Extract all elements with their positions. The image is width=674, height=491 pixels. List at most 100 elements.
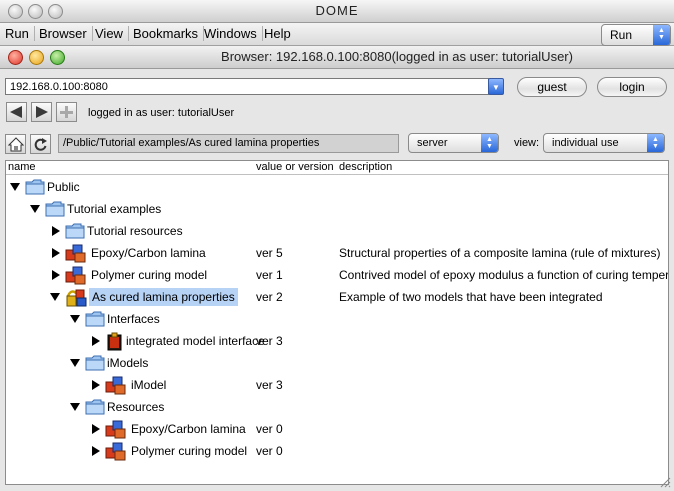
tree-row-label: integrated model interface: [126, 334, 265, 348]
tree-row-version: ver 0: [256, 444, 283, 458]
run-mode-select[interactable]: Run ▲ ▼: [601, 24, 671, 46]
login-status: logged in as user: tutorialUser: [88, 107, 235, 119]
tree-row-label: Resources: [107, 400, 165, 414]
model-icon: [65, 244, 86, 263]
tree-row-tutorial-examples[interactable]: Tutorial examples: [6, 198, 668, 220]
column-header-description[interactable]: description: [339, 161, 392, 173]
disclosure-expanded-icon[interactable]: [70, 315, 80, 323]
menu-view[interactable]: View: [90, 26, 129, 41]
updown-arrows-icon: ▲ ▼: [653, 25, 670, 45]
login-button[interactable]: login: [597, 77, 667, 97]
model-icon: [105, 420, 126, 439]
run-select-value: Run: [610, 28, 633, 42]
disclosure-expanded-icon[interactable]: [70, 403, 80, 411]
path-field: /Public/Tutorial examples/As cured lamin…: [58, 134, 399, 153]
menu-help[interactable]: Help: [259, 26, 296, 41]
tree-row-resources[interactable]: Resources: [6, 396, 668, 418]
refresh-button[interactable]: [30, 134, 51, 154]
tree-row-label: Tutorial examples: [67, 202, 162, 216]
tree-row-epoxy-carbon-lamina[interactable]: Epoxy/Carbon lamina ver 5 Structural pro…: [6, 242, 668, 264]
refresh-icon: [34, 138, 47, 151]
location-select[interactable]: server ▲ ▼: [408, 133, 499, 153]
menubar: Run Browser View Bookmarks Windows Help …: [0, 23, 674, 46]
url-history-dropdown[interactable]: ▼: [488, 78, 504, 95]
home-icon: [8, 137, 24, 152]
guest-button[interactable]: guest: [517, 77, 587, 97]
minimize-icon[interactable]: [29, 50, 44, 65]
tree-row-imodels[interactable]: iModels: [6, 352, 668, 374]
model-tree[interactable]: name value or version description Public…: [5, 160, 669, 485]
interface-icon: [107, 332, 122, 351]
tree-row-label: Public: [47, 180, 80, 194]
tree-row-label: Epoxy/Carbon lamina: [91, 246, 206, 260]
tree-row-label: Polymer curing model: [91, 268, 208, 282]
tree-row-version: ver 1: [256, 268, 283, 282]
add-button[interactable]: [56, 102, 77, 122]
tree-row-interfaces[interactable]: Interfaces: [6, 308, 668, 330]
url-input[interactable]: [5, 78, 489, 95]
tree-row-label: Epoxy/Carbon lamina: [131, 422, 246, 436]
browser-window: Browser: 192.168.0.100:8080(logged in as…: [0, 46, 674, 491]
disclosure-collapsed-icon[interactable]: [52, 270, 60, 280]
app-title: DOME: [315, 3, 359, 18]
disclosure-expanded-icon[interactable]: [10, 183, 20, 191]
disclosure-collapsed-icon[interactable]: [92, 336, 100, 346]
home-button[interactable]: [5, 134, 26, 154]
tree-row-imodel[interactable]: iModel ver 3: [6, 374, 668, 396]
integration-project-icon: [66, 289, 87, 307]
disclosure-collapsed-icon[interactable]: [52, 248, 60, 258]
disclosure-expanded-icon[interactable]: [70, 359, 80, 367]
column-header-version[interactable]: value or version: [256, 161, 334, 173]
column-header-name[interactable]: name: [8, 161, 36, 173]
disclosure-collapsed-icon[interactable]: [92, 424, 100, 434]
browser-title-bar: Browser: 192.168.0.100:8080(logged in as…: [0, 46, 674, 69]
tree-row-integrated-model-interface[interactable]: integrated model interface ver 3: [6, 330, 668, 352]
folder-icon: [25, 179, 45, 195]
tree-row-version: ver 3: [256, 334, 283, 348]
tree-row-public[interactable]: Public: [6, 176, 668, 198]
tree-row-description: Structural properties of a composite lam…: [339, 246, 661, 260]
folder-icon: [85, 355, 105, 371]
close-icon[interactable]: [8, 50, 23, 65]
tree-row-version: ver 5: [256, 246, 283, 260]
resize-grip-icon[interactable]: [659, 476, 671, 488]
tree-row-as-cured-lamina-properties[interactable]: As cured lamina properties ver 2 Example…: [6, 286, 668, 308]
tree-row-label: Tutorial resources: [87, 224, 183, 238]
tree-row-version: ver 0: [256, 422, 283, 436]
tree-row-description: Example of two models that have been int…: [339, 290, 603, 304]
view-select[interactable]: individual use ▲ ▼: [543, 133, 665, 153]
forward-button[interactable]: [31, 102, 52, 122]
model-icon: [105, 442, 126, 461]
tree-row-version: ver 3: [256, 378, 283, 392]
menu-windows[interactable]: Windows: [199, 26, 263, 41]
tree-row-version: ver 2: [256, 290, 283, 304]
back-arrow-icon: [10, 106, 22, 118]
model-icon: [65, 266, 86, 285]
folder-icon: [45, 201, 65, 217]
menu-browser[interactable]: Browser: [34, 26, 93, 41]
view-label: view:: [514, 137, 540, 149]
tree-row-label: Interfaces: [107, 312, 160, 326]
folder-icon: [65, 223, 85, 239]
back-button[interactable]: [6, 102, 27, 122]
tree-row-resource-polymer-curing-model[interactable]: Polymer curing model ver 0: [6, 440, 668, 462]
tree-row-label: Polymer curing model: [131, 444, 248, 458]
disclosure-collapsed-icon[interactable]: [92, 446, 100, 456]
forward-arrow-icon: [36, 106, 48, 118]
tree-row-resource-epoxy-carbon-lamina[interactable]: Epoxy/Carbon lamina ver 0: [6, 418, 668, 440]
disclosure-collapsed-icon[interactable]: [92, 380, 100, 390]
tree-row-polymer-curing-model[interactable]: Polymer curing model ver 1 Contrived mod…: [6, 264, 668, 286]
folder-icon: [85, 311, 105, 327]
tree-row-label: iModels: [107, 356, 149, 370]
folder-icon: [85, 399, 105, 415]
zoom-icon[interactable]: [50, 50, 65, 65]
plus-icon: [60, 106, 73, 118]
menu-run[interactable]: Run: [0, 26, 35, 41]
tree-row-tutorial-resources[interactable]: Tutorial resources: [6, 220, 668, 242]
updown-arrows-icon: ▲ ▼: [481, 134, 498, 152]
disclosure-expanded-icon[interactable]: [50, 293, 60, 301]
disclosure-collapsed-icon[interactable]: [52, 226, 60, 236]
disclosure-expanded-icon[interactable]: [30, 205, 40, 213]
view-select-value: individual use: [552, 137, 619, 149]
menu-bookmarks[interactable]: Bookmarks: [128, 26, 205, 41]
